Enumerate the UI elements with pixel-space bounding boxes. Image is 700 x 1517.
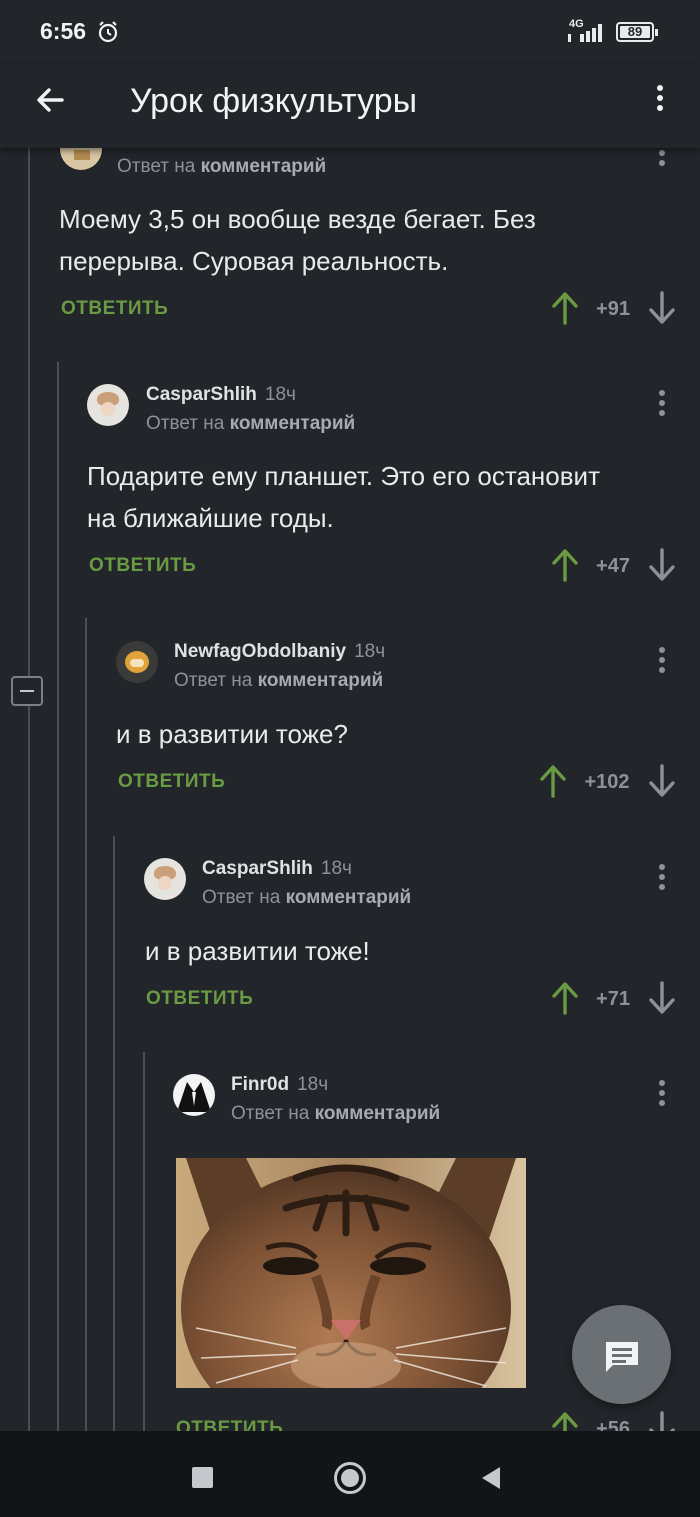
avatar[interactable]: [87, 384, 129, 426]
downvote-arrow-icon[interactable]: [648, 548, 676, 582]
nav-square-icon[interactable]: [192, 1467, 213, 1488]
comment-author[interactable]: Finr0d 18ч: [231, 1074, 328, 1096]
avatar[interactable]: [173, 1074, 215, 1116]
comment-score: +71: [596, 988, 630, 1010]
upvote-arrow-icon[interactable]: [551, 1411, 579, 1431]
comment-text: Подарите ему планшет. Это его остановит …: [87, 455, 687, 539]
thread-line[interactable]: [85, 618, 87, 1431]
reply-to-link[interactable]: комментарий: [258, 670, 384, 691]
comment-age: 18ч: [354, 641, 386, 662]
comment-age: 18ч: [320, 858, 352, 879]
comment-score: +102: [584, 771, 630, 793]
thread-line[interactable]: [113, 836, 115, 1431]
comment-score: +91: [596, 298, 630, 320]
downvote-arrow-icon[interactable]: [648, 981, 676, 1015]
upvote-arrow-icon[interactable]: [551, 981, 579, 1015]
battery-level: 89: [627, 24, 643, 39]
upvote-arrow-icon[interactable]: [551, 291, 579, 325]
status-time: 6:56: [40, 18, 87, 44]
avatar[interactable]: [116, 641, 158, 683]
nav-circle-icon[interactable]: [334, 1462, 366, 1494]
comment-text-line: Подарите ему планшет. Это его остановит: [87, 461, 600, 491]
add-comment-button[interactable]: [572, 1305, 671, 1404]
reply-button[interactable]: ОТВЕТИТЬ: [118, 771, 225, 793]
cat-photo[interactable]: [176, 1158, 526, 1388]
thread-line[interactable]: [143, 1052, 145, 1431]
upvote-arrow-icon[interactable]: [551, 548, 579, 582]
comment-icon: [606, 1342, 638, 1372]
system-nav-bar: [0, 1431, 700, 1517]
reply-to-link[interactable]: комментарий: [201, 156, 327, 177]
comment-score: +47: [596, 555, 630, 577]
thread-line[interactable]: [57, 362, 59, 1431]
more-vert-icon[interactable]: [657, 1080, 667, 1110]
downvote-arrow-icon[interactable]: [648, 291, 676, 325]
avatar[interactable]: [60, 148, 102, 170]
comment-text-line: перерыва. Суровая реальность.: [59, 246, 449, 276]
collapse-minus-icon[interactable]: [11, 676, 43, 706]
app-bar: Урок физкультуры: [0, 64, 700, 148]
comment-score: +56: [596, 1418, 630, 1431]
comment-text-line: на ближайшие годы.: [87, 503, 334, 533]
reply-button[interactable]: ОТВЕТИТЬ: [89, 555, 196, 577]
reply-to-label: Ответ на комментарий: [146, 413, 356, 434]
more-vert-icon[interactable]: [657, 647, 667, 677]
comment-age: 18ч: [264, 384, 296, 405]
comment-text-line: и в развитии тоже?: [116, 719, 348, 749]
back-arrow-icon[interactable]: [34, 84, 66, 116]
comment-author[interactable]: NewfagObdolbaniy 18ч: [174, 641, 385, 663]
reply-to-link[interactable]: комментарий: [286, 887, 412, 908]
upvote-arrow-icon[interactable]: [539, 764, 567, 798]
more-vert-icon[interactable]: [657, 148, 667, 170]
reply-to-link[interactable]: комментарий: [315, 1103, 441, 1124]
reply-button[interactable]: ОТВЕТИТЬ: [146, 988, 253, 1010]
comment-thread[interactable]: Ответ на комментарий Моему 3,5 он вообще…: [0, 148, 700, 1431]
reply-to-label: Ответ на комментарий: [202, 887, 412, 908]
thread-line[interactable]: [28, 148, 30, 1431]
battery-icon: 89: [616, 22, 658, 42]
comment-text-line: и в развитии тоже!: [145, 936, 370, 966]
downvote-arrow-icon[interactable]: [648, 1411, 676, 1431]
reply-button[interactable]: ОТВЕТИТЬ: [61, 298, 168, 320]
comment-author[interactable]: CasparShlih 18ч: [146, 384, 296, 406]
comment-text: и в развитии тоже?: [116, 713, 676, 755]
status-bar: 6:56 4G 89: [0, 0, 700, 64]
reply-to-link[interactable]: комментарий: [230, 413, 356, 434]
downvote-arrow-icon[interactable]: [648, 764, 676, 798]
more-vert-icon[interactable]: [657, 390, 667, 420]
comment-text: и в развитии тоже!: [145, 930, 665, 972]
alarm-icon: [98, 21, 118, 43]
page-title: Урок физкультуры: [130, 82, 418, 120]
comment-text: Моему 3,5 он вообще везде бегает. Без пе…: [59, 198, 659, 282]
reply-to-label: Ответ на комментарий: [174, 670, 384, 691]
nav-back-triangle-icon[interactable]: [480, 1466, 502, 1490]
avatar[interactable]: [144, 858, 186, 900]
comment-author[interactable]: CasparShlih 18ч: [202, 858, 352, 880]
reply-button[interactable]: ОТВЕТИТЬ: [176, 1418, 283, 1431]
signal-icon: [568, 24, 602, 42]
comment-text-line: Моему 3,5 он вообще везде бегает. Без: [59, 204, 536, 234]
more-vert-icon[interactable]: [655, 85, 665, 115]
more-vert-icon[interactable]: [657, 864, 667, 894]
reply-to-label: Ответ на комментарий: [231, 1103, 441, 1124]
comment-age: 18ч: [297, 1074, 329, 1095]
reply-to-label: Ответ на комментарий: [117, 156, 327, 177]
